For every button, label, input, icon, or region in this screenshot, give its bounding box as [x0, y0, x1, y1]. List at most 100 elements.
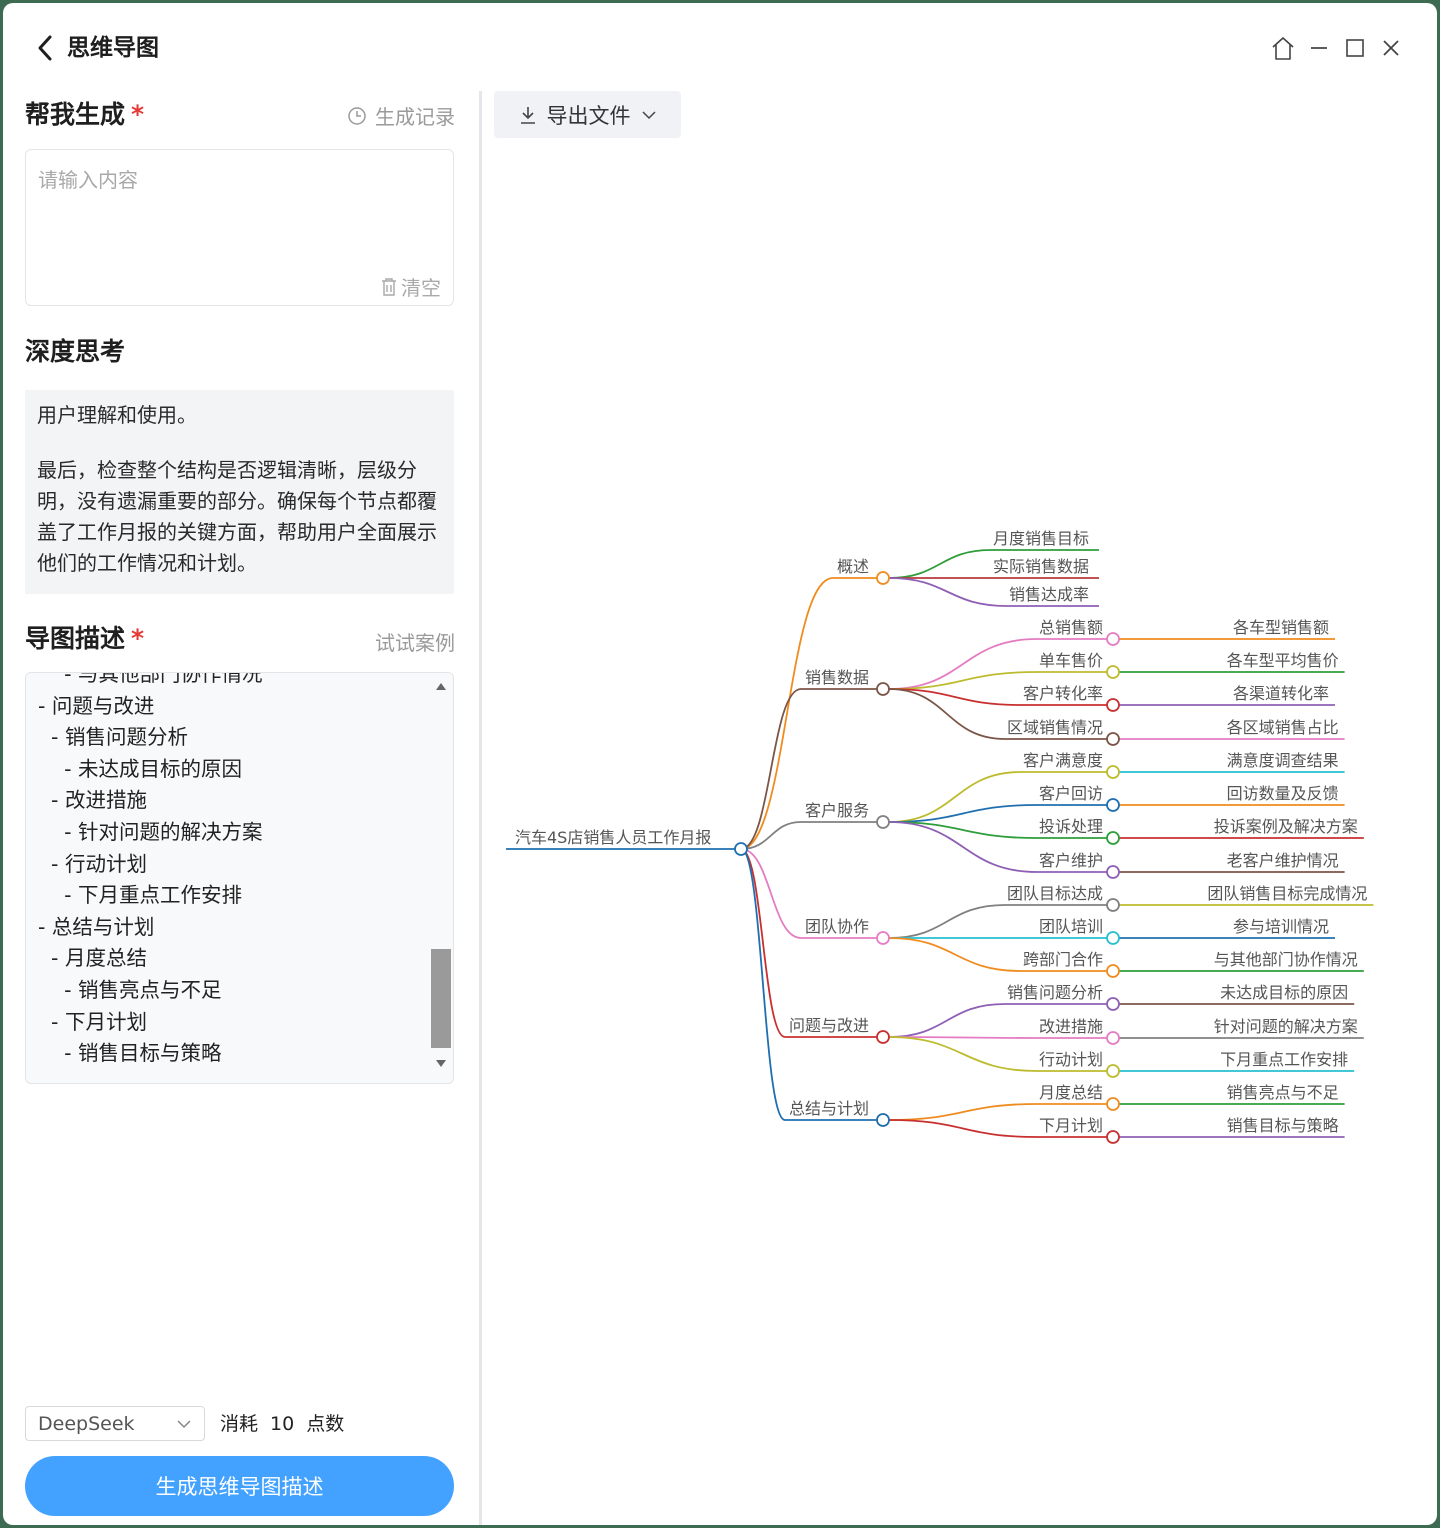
minimize-button[interactable] — [1304, 33, 1334, 63]
mindmap-node-toggle[interactable] — [1106, 732, 1120, 746]
mindmap-node-label[interactable]: 销售数据 — [805, 668, 869, 687]
mindmap-node-label[interactable]: 各渠道转化率 — [1233, 684, 1329, 703]
mindmap-node-toggle[interactable] — [876, 571, 890, 585]
mindmap-child-curve — [888, 1003, 1006, 1038]
mindmap-node-label[interactable]: 针对问题的解决方案 — [1214, 1017, 1358, 1036]
clear-label: 清空 — [401, 276, 441, 300]
mindmap-node-label[interactable]: 总结与计划 — [789, 1099, 869, 1118]
close-button[interactable] — [1376, 33, 1406, 63]
mindmap-node-label[interactable]: 总销售额 — [1039, 618, 1103, 637]
cost-prefix: 消耗 — [220, 1413, 259, 1435]
mindmap-node-toggle[interactable] — [1106, 831, 1120, 845]
scroll-thumb[interactable] — [431, 949, 451, 1048]
mindmap-node-toggle[interactable] — [1106, 964, 1120, 978]
mindmap-node-toggle[interactable] — [1106, 1097, 1120, 1111]
mindmap-node-label[interactable]: 销售亮点与不足 — [1227, 1083, 1339, 1102]
mindmap-child-curve — [888, 904, 1006, 939]
description-line: - 销售问题分析 — [38, 725, 188, 750]
mindmap-node-label[interactable]: 各车型平均售价 — [1227, 651, 1339, 670]
mindmap-node-toggle[interactable] — [734, 842, 748, 856]
try-case-link[interactable]: 试试案例 — [375, 627, 455, 656]
mindmap-node-toggle[interactable] — [1106, 997, 1120, 1011]
export-file-label: 导出文件 — [546, 103, 631, 128]
mindmap-node-label[interactable]: 参与培训情况 — [1233, 917, 1329, 936]
mindmap-node-label[interactable]: 团队销售目标完成情况 — [1207, 884, 1367, 903]
mindmap-node-label[interactable]: 销售目标与策略 — [1227, 1116, 1339, 1135]
mindmap-node-toggle[interactable] — [876, 682, 890, 696]
content-input[interactable] — [26, 150, 453, 270]
mindmap-node-label[interactable]: 月度总结 — [1039, 1083, 1103, 1102]
mindmap-node-toggle[interactable] — [1106, 698, 1120, 712]
mindmap-node-label[interactable]: 团队协作 — [805, 917, 869, 936]
mindmap-node-label[interactable]: 实际销售数据 — [993, 557, 1089, 576]
scroll-down-arrow[interactable] — [436, 1060, 446, 1067]
mindmap-node-label[interactable]: 各区域销售占比 — [1227, 718, 1339, 737]
mindmap-node-label[interactable]: 行动计划 — [1039, 1050, 1103, 1069]
mindmap-node-toggle[interactable] — [1106, 931, 1120, 945]
mindmap-node-label[interactable]: 与其他部门协作情况 — [1214, 950, 1358, 969]
mindmap-node-label[interactable]: 下月计划 — [1039, 1116, 1103, 1135]
scroll-up-arrow[interactable] — [436, 683, 446, 690]
mindmap-node-label[interactable]: 满意度调查结果 — [1227, 751, 1339, 770]
mindmap-node-label[interactable]: 回访数量及反馈 — [1227, 784, 1339, 803]
mindmap-node-toggle[interactable] — [1106, 1064, 1120, 1078]
mindmap-node-toggle[interactable] — [876, 1113, 890, 1127]
mindmap-node-label[interactable]: 概述 — [837, 557, 869, 576]
description-title-text: 导图描述 — [25, 624, 126, 653]
description-line: - 未达成目标的原因 — [38, 756, 242, 781]
mindmap-node-label[interactable]: 客户转化率 — [1023, 684, 1103, 703]
home-button[interactable] — [1268, 33, 1298, 63]
mindmap-node-toggle[interactable] — [1106, 798, 1120, 812]
mindmap-node-label[interactable]: 客户维护 — [1039, 851, 1103, 870]
mindmap-node-label[interactable]: 单车售价 — [1039, 651, 1103, 670]
maximize-button[interactable] — [1340, 33, 1370, 63]
mindmap-node-label[interactable]: 团队目标达成 — [1007, 884, 1103, 903]
content-input-box: 清空 — [25, 149, 454, 306]
mindmap-node-toggle[interactable] — [876, 815, 890, 829]
mindmap-node-toggle[interactable] — [1106, 765, 1120, 779]
mindmap-canvas[interactable]: 汽车4S店销售人员工作月报 概述 月度销售目标实际销售数据销售达成率销售数据 总销售额… — [483, 403, 1437, 1203]
back-button[interactable] — [33, 31, 57, 65]
mindmap-node-label[interactable]: 未达成目标的原因 — [1220, 983, 1348, 1002]
mindmap-node-toggle[interactable] — [1106, 1031, 1120, 1045]
clear-button[interactable]: 清空 — [380, 272, 441, 301]
description-textarea[interactable]: - 与其他部门协作情况 - 问题与改进 - 销售问题分析 - 未达成目标的原因 -… — [25, 672, 454, 1084]
generate-description-button[interactable]: 生成思维导图描述 — [25, 1456, 454, 1516]
mindmap-node-label[interactable]: 改进措施 — [1039, 1017, 1103, 1036]
mindmap-node-label[interactable]: 月度销售目标 — [993, 529, 1089, 548]
mindmap-branch-curve — [740, 848, 786, 1121]
panel-divider — [479, 91, 482, 1525]
mindmap-node-label[interactable]: 销售达成率 — [1009, 585, 1089, 604]
mindmap-node-label[interactable]: 跨部门合作 — [1023, 950, 1103, 969]
app-window: 思维导图 帮我生成* 生成记录 清空 深度思考 用户理解和使 — [3, 3, 1437, 1525]
mindmap-node-label[interactable]: 问题与改进 — [789, 1016, 869, 1035]
export-file-button[interactable]: 导出文件 — [494, 91, 681, 138]
cost-value: 10 — [270, 1413, 295, 1435]
mindmap-node-toggle[interactable] — [1106, 632, 1120, 646]
generate-title-text: 帮我生成 — [25, 100, 126, 129]
mindmap-node-toggle[interactable] — [1106, 665, 1120, 679]
mindmap-node-label[interactable]: 区域销售情况 — [1007, 718, 1103, 737]
mindmap-node-label[interactable]: 销售问题分析 — [1007, 983, 1103, 1002]
mindmap-node-toggle[interactable] — [1106, 898, 1120, 912]
mindmap-node-label[interactable]: 客户服务 — [805, 801, 869, 820]
mindmap-node-toggle[interactable] — [876, 931, 890, 945]
mindmap-node-toggle[interactable] — [1106, 1130, 1120, 1144]
mindmap-node-label[interactable]: 汽车4S店销售人员工作月报 — [515, 828, 711, 847]
mindmap-node-label[interactable]: 投诉处理 — [1039, 817, 1103, 836]
history-button[interactable]: 生成记录 — [347, 101, 455, 130]
mindmap-node-label[interactable]: 各车型销售额 — [1233, 618, 1329, 637]
history-label: 生成记录 — [375, 105, 455, 129]
mindmap-node-toggle[interactable] — [876, 1030, 890, 1044]
model-select[interactable]: DeepSeek — [25, 1406, 205, 1441]
mindmap-node-label[interactable]: 团队培训 — [1039, 917, 1103, 936]
mindmap-child-curve — [888, 638, 1038, 690]
mindmap-node-label[interactable]: 投诉案例及解决方案 — [1214, 817, 1358, 836]
mindmap-node-label[interactable]: 客户满意度 — [1023, 751, 1103, 770]
description-line: - 下月计划 — [38, 1009, 147, 1034]
mindmap-node-toggle[interactable] — [1106, 865, 1120, 879]
mindmap-node-label[interactable]: 下月重点工作安排 — [1220, 1050, 1348, 1069]
mindmap-node-label[interactable]: 老客户维护情况 — [1227, 851, 1339, 870]
mindmap-node-label[interactable]: 客户回访 — [1039, 784, 1103, 803]
scrollbar[interactable] — [427, 673, 453, 1083]
